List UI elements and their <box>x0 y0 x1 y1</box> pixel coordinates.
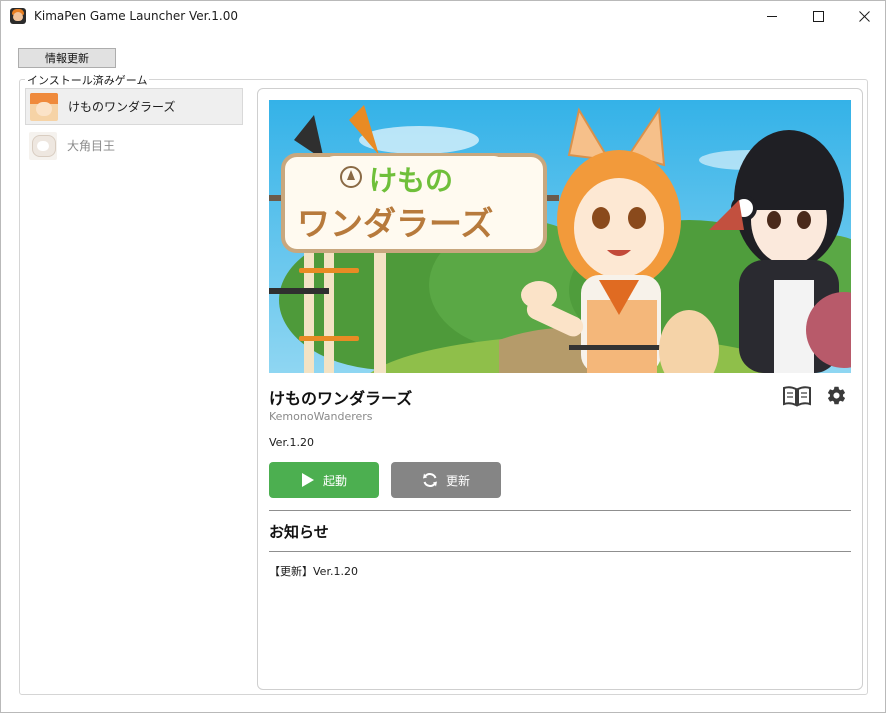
game-thumbnail <box>30 92 58 121</box>
banner-logo-line1: けもの <box>369 164 453 197</box>
game-list-item-daikaku[interactable]: 大角目王 <box>25 127 243 164</box>
news-heading: お知らせ <box>269 523 329 541</box>
refresh-info-button[interactable]: 情報更新 <box>18 48 116 68</box>
divider <box>269 510 851 511</box>
installed-games-legend: インストール済みゲーム <box>25 72 150 88</box>
maximize-icon <box>812 11 824 22</box>
window-title: KimaPen Game Launcher Ver.1.00 <box>34 9 239 23</box>
game-subtitle: KemonoWanderers <box>269 410 373 423</box>
game-banner-image: けもの ワンダラーズ <box>269 100 851 373</box>
game-list-item-label: けものワンダラーズ <box>68 100 176 114</box>
banner-logo-line2: ワンダラーズ <box>297 204 493 243</box>
refresh-icon <box>422 473 437 487</box>
news-item: 【更新】Ver.1.20 <box>269 565 358 578</box>
update-button-label: 更新 <box>445 473 470 488</box>
game-title: けものワンダラーズ <box>269 389 413 408</box>
play-icon <box>301 473 314 487</box>
maximize-button[interactable] <box>795 1 841 32</box>
gear-icon[interactable] <box>826 385 847 406</box>
minimize-icon <box>767 16 777 17</box>
app-icon <box>10 8 26 24</box>
close-icon <box>858 11 870 22</box>
launch-button-label: 起動 <box>322 473 347 488</box>
launch-button[interactable]: 起動 <box>269 462 379 498</box>
game-version: Ver.1.20 <box>269 436 314 449</box>
game-list-item-label: 大角目王 <box>67 139 116 153</box>
close-button[interactable] <box>841 1 885 32</box>
title-bar[interactable]: KimaPen Game Launcher Ver.1.00 <box>1 1 885 32</box>
minimize-button[interactable] <box>749 1 795 32</box>
app-window: KimaPen Game Launcher Ver.1.00 情報更新 インスト… <box>0 0 886 713</box>
divider <box>269 551 851 552</box>
game-thumbnail <box>29 131 57 160</box>
update-button[interactable]: 更新 <box>391 462 501 498</box>
game-list-item-kemono-wanderers[interactable]: けものワンダラーズ <box>25 88 243 125</box>
book-icon[interactable] <box>782 385 812 407</box>
